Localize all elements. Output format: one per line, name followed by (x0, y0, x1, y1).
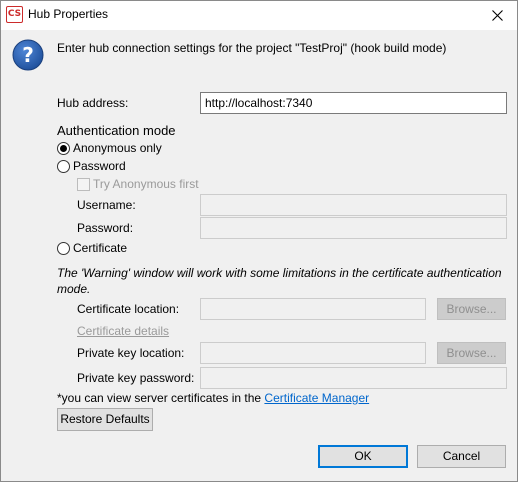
certificate-manager-note: *you can view server certificates in the… (57, 391, 369, 405)
certificate-warning: The 'Warning' window will work with some… (57, 266, 502, 296)
password-input[interactable] (200, 217, 507, 239)
certificate-radio-option[interactable]: Certificate (57, 241, 127, 255)
try-anonymous-option[interactable]: Try Anonymous first (77, 177, 199, 191)
username-input[interactable] (200, 194, 507, 216)
try-anonymous-checkbox[interactable] (77, 177, 90, 191)
private-key-browse-button[interactable]: Browse... (437, 342, 506, 364)
app-icon: CS (6, 6, 23, 23)
private-key-location-label: Private key location: (77, 346, 185, 360)
password-radio-label: Password (73, 159, 126, 173)
hub-address-label: Hub address: (57, 96, 129, 110)
ok-button[interactable]: OK (318, 445, 408, 468)
certificate-radio[interactable] (57, 241, 70, 255)
private-key-password-input[interactable] (200, 367, 507, 389)
header-message: Enter hub connection settings for the pr… (57, 41, 447, 55)
question-icon: ? (12, 39, 44, 71)
anonymous-radio[interactable] (57, 141, 70, 155)
hub-properties-dialog: CS Hub Properties ? Enter hub connection… (0, 0, 518, 482)
anonymous-label: Anonymous only (73, 141, 162, 155)
close-button[interactable] (477, 1, 517, 30)
title-bar: CS Hub Properties (1, 1, 517, 30)
anonymous-radio-option[interactable]: Anonymous only (57, 141, 162, 155)
password-radio-option[interactable]: Password (57, 159, 126, 173)
svg-text:?: ? (22, 43, 34, 67)
restore-defaults-button[interactable]: Restore Defaults (57, 408, 153, 431)
password-radio[interactable] (57, 159, 70, 173)
certificate-details-link[interactable]: Certificate details (77, 324, 169, 338)
auth-mode-heading: Authentication mode (57, 123, 176, 138)
private-key-location-input[interactable] (200, 342, 426, 364)
close-icon (491, 10, 503, 21)
certificate-location-input[interactable] (200, 298, 426, 320)
try-anonymous-label: Try Anonymous first (93, 177, 199, 191)
window-title: Hub Properties (28, 7, 109, 21)
cancel-button[interactable]: Cancel (417, 445, 506, 468)
password-field-label: Password: (77, 221, 134, 235)
certificate-radio-label: Certificate (73, 241, 128, 255)
certificate-manager-link[interactable]: Certificate Manager (264, 391, 369, 405)
certificate-browse-button[interactable]: Browse... (437, 298, 506, 320)
note-prefix: *you can view server certificates in the (57, 391, 265, 405)
username-label: Username: (77, 198, 136, 212)
hub-address-input[interactable]: http://localhost:7340 (200, 92, 507, 114)
certificate-location-label: Certificate location: (77, 302, 180, 316)
private-key-password-label: Private key password: (77, 371, 195, 385)
